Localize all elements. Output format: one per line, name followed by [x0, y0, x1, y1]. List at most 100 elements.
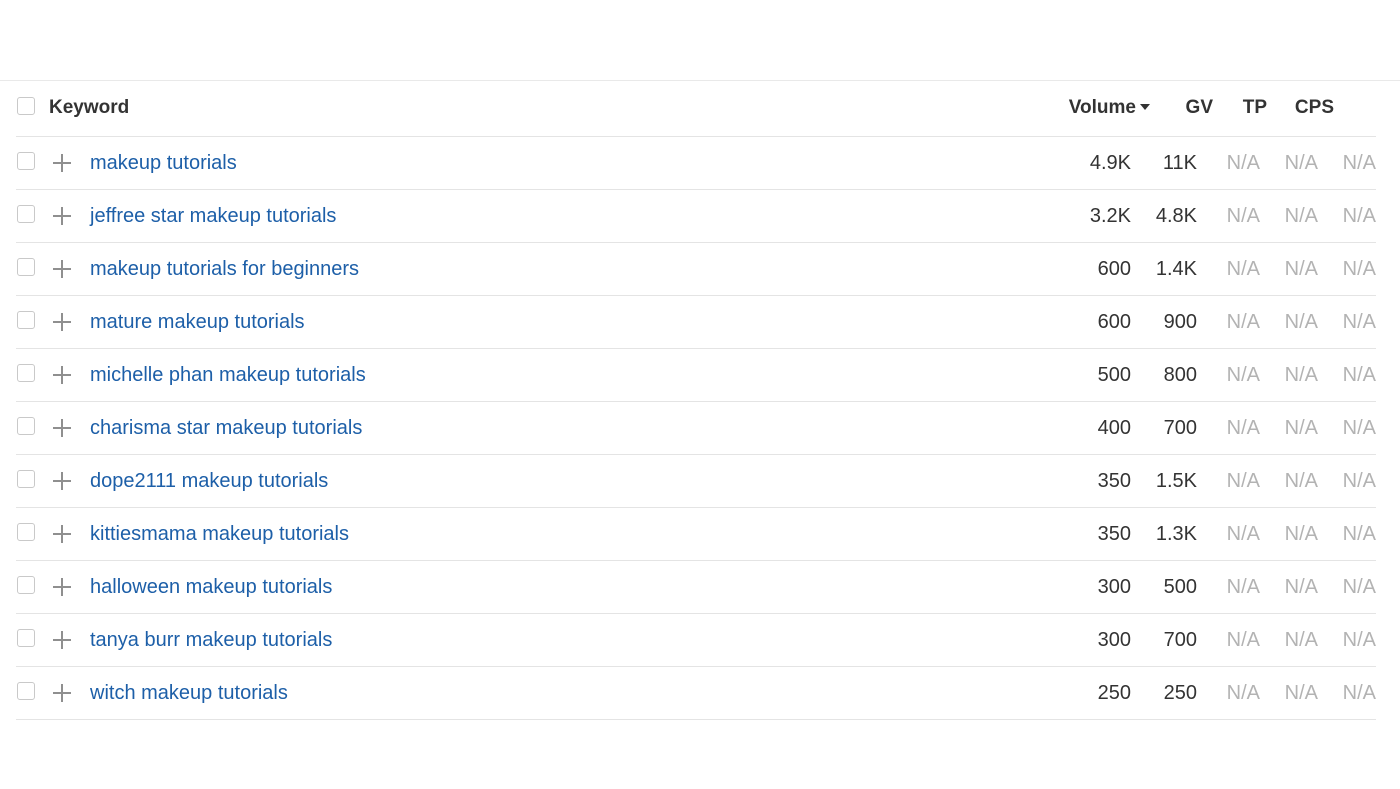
cell-tp: N/A: [1226, 364, 1260, 386]
cell-cps: N/A: [1284, 152, 1318, 174]
column-header-gv[interactable]: GV: [1186, 96, 1213, 120]
cell-cps: N/A: [1284, 682, 1318, 704]
plus-icon[interactable]: [52, 577, 72, 597]
plus-icon[interactable]: [52, 524, 72, 544]
cell-extra: N/A: [1342, 258, 1376, 280]
row-checkbox[interactable]: [17, 152, 35, 170]
row-checkbox[interactable]: [17, 364, 35, 382]
cell-gv: 1.5K: [1155, 470, 1197, 492]
cell-gv: 1.4K: [1155, 258, 1197, 280]
plus-icon[interactable]: [52, 418, 72, 438]
cell-volume: 3.2K: [1089, 205, 1131, 227]
cell-extra: N/A: [1342, 682, 1376, 704]
keyword-link[interactable]: witch makeup tutorials: [90, 681, 288, 705]
cell-volume: 4.9K: [1089, 152, 1131, 174]
table-row: tanya burr makeup tutorials 300 700 N/A N/A N…: [16, 614, 1376, 667]
cell-cps: N/A: [1284, 470, 1318, 492]
column-header-cps[interactable]: CPS: [1295, 96, 1334, 120]
cell-tp: N/A: [1226, 417, 1260, 439]
keyword-link[interactable]: michelle phan makeup tutorials: [90, 363, 366, 387]
cell-tp: N/A: [1226, 682, 1260, 704]
keywords-table: Keyword Volume GV TP CPS makeup tutorial…: [16, 81, 1376, 720]
plus-icon[interactable]: [52, 683, 72, 703]
cell-volume: 350: [1097, 523, 1131, 545]
column-header-volume-label: Volume: [1068, 97, 1136, 118]
cell-gv: 700: [1163, 629, 1197, 651]
column-header-volume[interactable]: Volume: [1069, 96, 1150, 120]
table-row: makeup tutorials for beginners 600 1.4K N/A…: [16, 243, 1376, 296]
row-checkbox[interactable]: [17, 523, 35, 541]
cell-tp: N/A: [1226, 311, 1260, 333]
column-header-tp[interactable]: TP: [1243, 96, 1267, 120]
cell-cps: N/A: [1284, 523, 1318, 545]
cell-cps: N/A: [1284, 417, 1318, 439]
plus-icon[interactable]: [52, 471, 72, 491]
cell-extra: N/A: [1342, 364, 1376, 386]
cell-cps: N/A: [1284, 364, 1318, 386]
plus-icon[interactable]: [52, 153, 72, 173]
cell-tp: N/A: [1226, 205, 1260, 227]
cell-cps: N/A: [1284, 629, 1318, 651]
row-checkbox[interactable]: [17, 417, 35, 435]
row-checkbox[interactable]: [17, 629, 35, 647]
table-row: michelle phan makeup tutorials 500 800 N/A N…: [16, 349, 1376, 402]
cell-extra: N/A: [1342, 417, 1376, 439]
cell-cps: N/A: [1284, 576, 1318, 598]
cell-gv: 1.3K: [1155, 523, 1197, 545]
plus-icon[interactable]: [52, 365, 72, 385]
cell-extra: N/A: [1342, 470, 1376, 492]
cell-volume: 350: [1097, 470, 1131, 492]
cell-volume: 500: [1097, 364, 1131, 386]
cell-gv: 250: [1163, 682, 1197, 704]
plus-icon[interactable]: [52, 259, 72, 279]
cell-tp: N/A: [1226, 470, 1260, 492]
cell-extra: N/A: [1342, 523, 1376, 545]
table-row: dope2111 makeup tutorials 350 1.5K N/A N/A N/…: [16, 455, 1376, 508]
row-checkbox[interactable]: [17, 311, 35, 329]
select-all-checkbox[interactable]: [17, 97, 35, 115]
cell-volume: 250: [1097, 682, 1131, 704]
cell-volume: 600: [1097, 311, 1131, 333]
table-row: jeffree star makeup tutorials 3.2K 4.8K N/A…: [16, 190, 1376, 243]
keyword-link[interactable]: makeup tutorials: [90, 151, 237, 175]
row-checkbox[interactable]: [17, 258, 35, 276]
cell-gv: 11K: [1162, 152, 1197, 174]
table-row: makeup tutorials 4.9K 11K N/A N/A N/A: [16, 137, 1376, 190]
cell-tp: N/A: [1226, 576, 1260, 598]
row-checkbox[interactable]: [17, 205, 35, 223]
table-row: kittiesmama makeup tutorials 350 1.3K N/A N/…: [16, 508, 1376, 561]
keyword-link[interactable]: jeffree star makeup tutorials: [90, 204, 336, 228]
cell-extra: N/A: [1342, 205, 1376, 227]
cell-extra: N/A: [1342, 152, 1376, 174]
keyword-link[interactable]: halloween makeup tutorials: [90, 575, 332, 599]
row-checkbox[interactable]: [17, 470, 35, 488]
plus-icon[interactable]: [52, 206, 72, 226]
cell-gv: 800: [1163, 364, 1197, 386]
cell-gv: 500: [1163, 576, 1197, 598]
cell-cps: N/A: [1284, 258, 1318, 280]
cell-volume: 300: [1097, 576, 1131, 598]
table-row: witch makeup tutorials 250 250 N/A N/A N/A: [16, 667, 1376, 720]
plus-icon[interactable]: [52, 312, 72, 332]
cell-gv: 900: [1163, 311, 1197, 333]
keyword-link[interactable]: kittiesmama makeup tutorials: [90, 522, 349, 546]
cell-volume: 300: [1097, 629, 1131, 651]
keyword-link[interactable]: dope2111 makeup tutorials: [90, 469, 328, 493]
keyword-link[interactable]: makeup tutorials for beginners: [90, 257, 359, 281]
cell-tp: N/A: [1226, 152, 1260, 174]
keyword-link[interactable]: tanya burr makeup tutorials: [90, 628, 332, 652]
cell-tp: N/A: [1226, 629, 1260, 651]
column-header-keyword[interactable]: Keyword: [49, 96, 129, 120]
cell-gv: 700: [1163, 417, 1197, 439]
cell-extra: N/A: [1342, 311, 1376, 333]
cell-extra: N/A: [1342, 576, 1376, 598]
keyword-link[interactable]: mature makeup tutorials: [90, 310, 305, 334]
plus-icon[interactable]: [52, 630, 72, 650]
row-checkbox[interactable]: [17, 576, 35, 594]
row-checkbox[interactable]: [17, 682, 35, 700]
cell-volume: 400: [1097, 417, 1131, 439]
keyword-link[interactable]: charisma star makeup tutorials: [90, 416, 362, 440]
table-row: mature makeup tutorials 600 900 N/A N/A N/A: [16, 296, 1376, 349]
cell-tp: N/A: [1226, 258, 1260, 280]
cell-cps: N/A: [1284, 205, 1318, 227]
